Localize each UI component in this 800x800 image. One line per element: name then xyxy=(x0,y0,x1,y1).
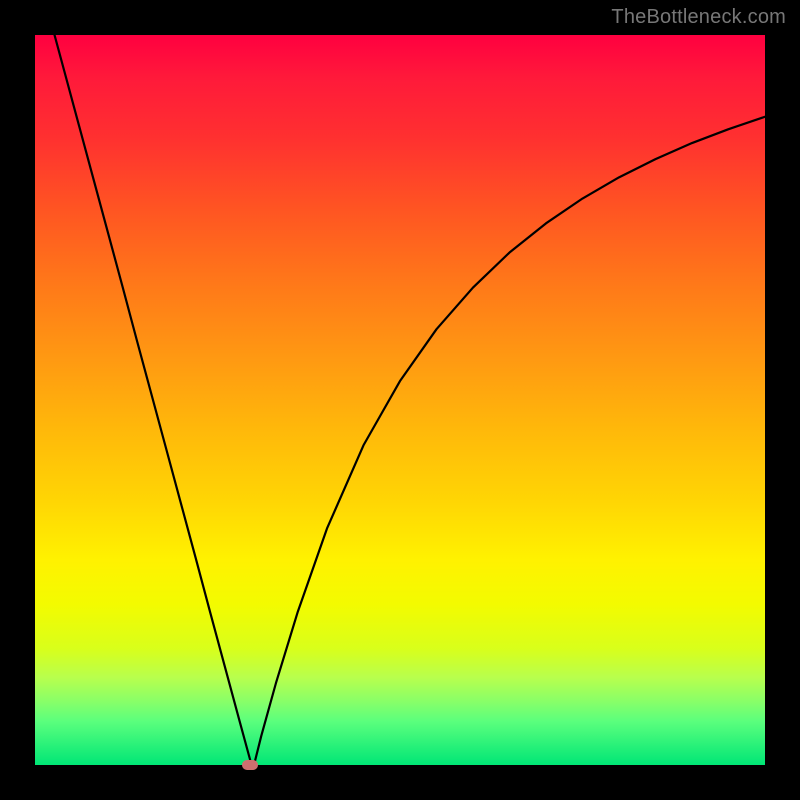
plot-area xyxy=(35,35,765,765)
watermark-text: TheBottleneck.com xyxy=(611,6,786,29)
bottleneck-curve xyxy=(35,35,765,765)
chart-frame: TheBottleneck.com xyxy=(0,0,800,800)
optimal-point-marker xyxy=(242,760,258,770)
